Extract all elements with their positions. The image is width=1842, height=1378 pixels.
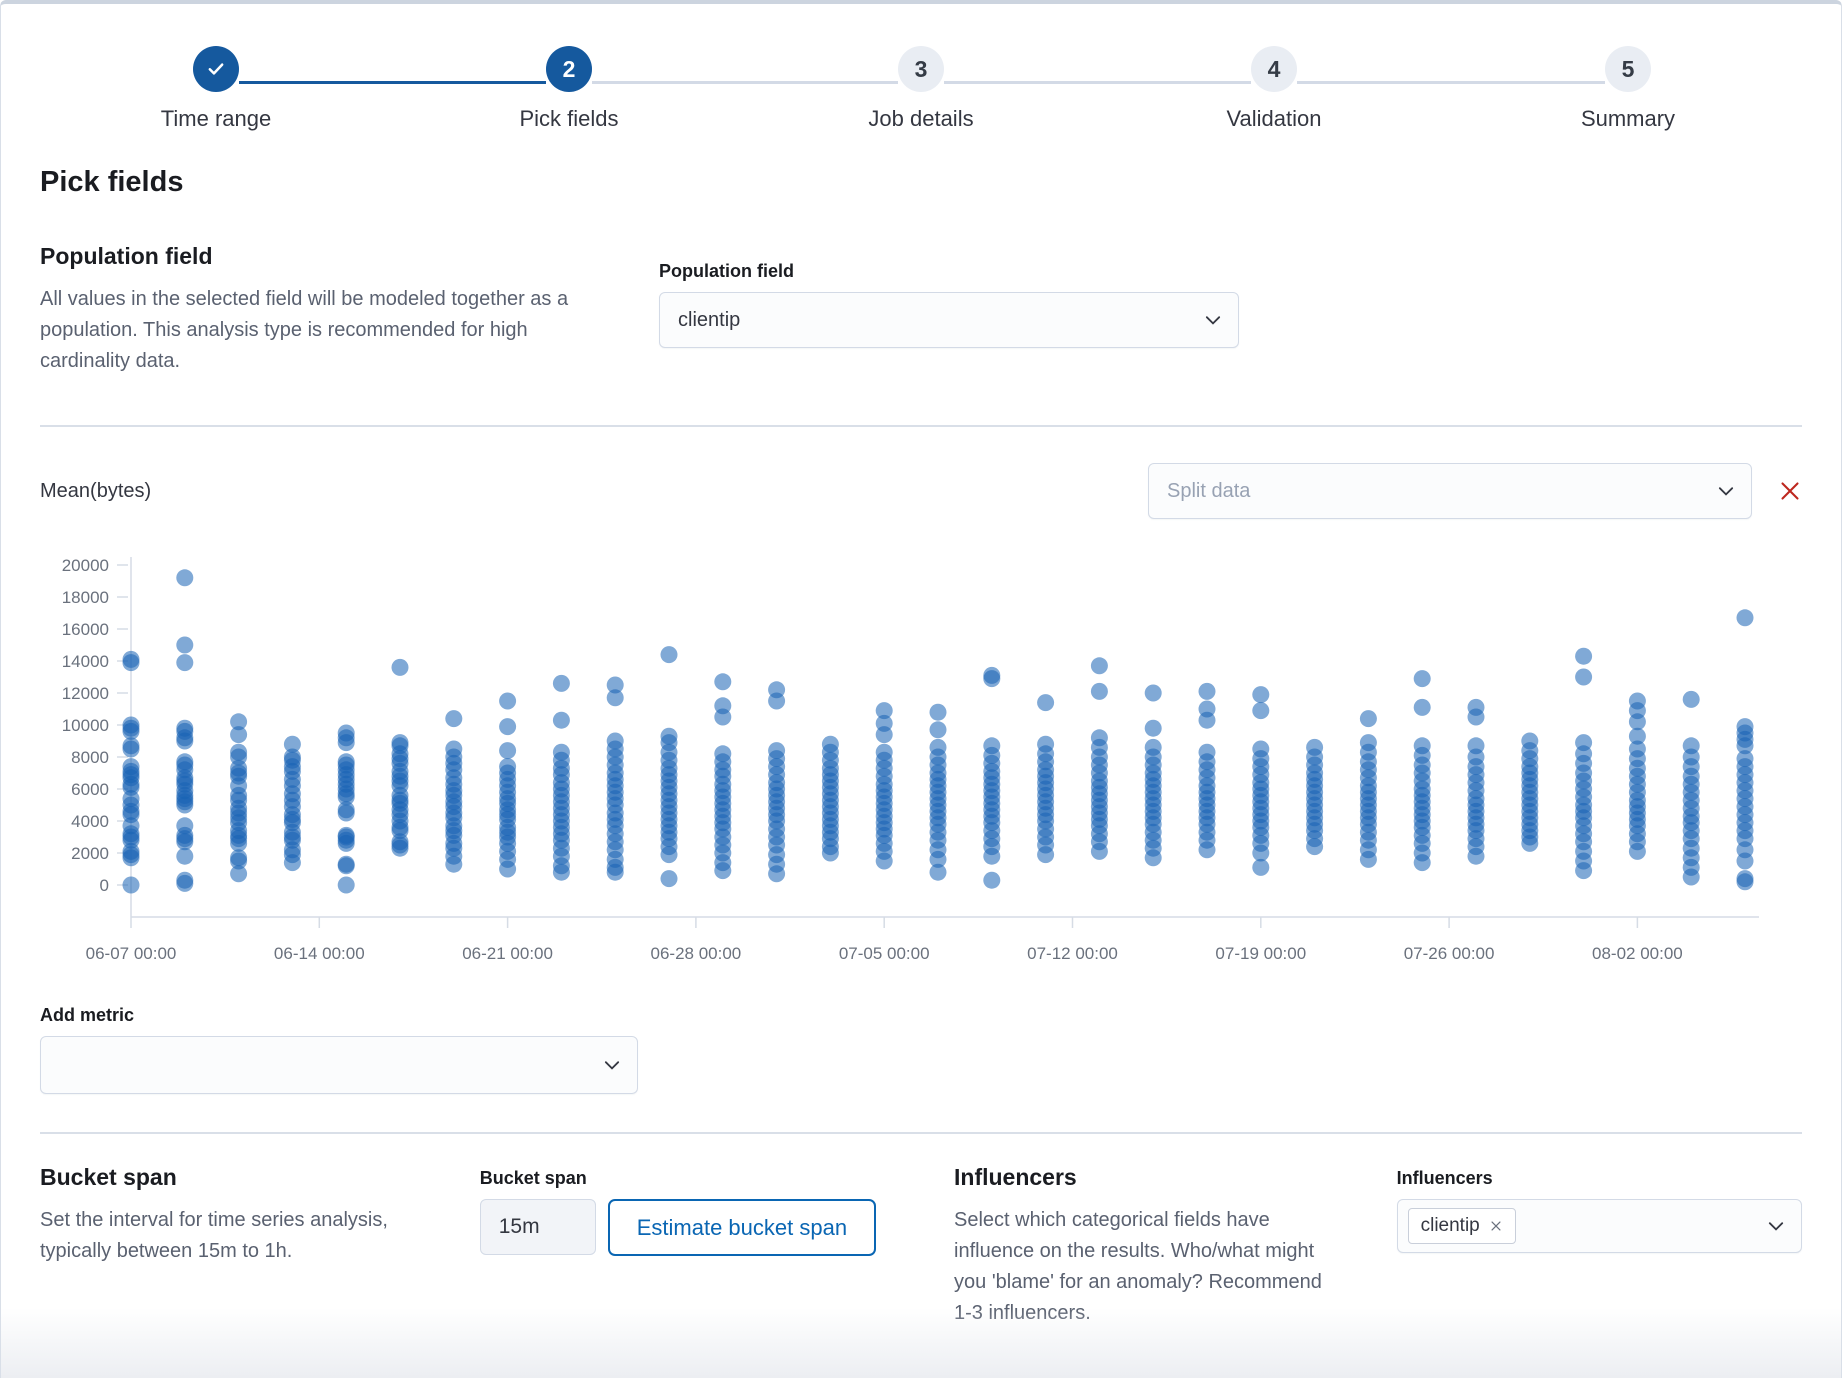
split-data-placeholder: Split data bbox=[1167, 480, 1250, 503]
split-data-select[interactable]: Split data bbox=[1148, 463, 1752, 519]
step-summary[interactable]: 5 Summary bbox=[1508, 46, 1748, 132]
influencers-heading: Influencers bbox=[954, 1164, 1339, 1191]
step-todo-circle[interactable]: 3 bbox=[898, 46, 944, 92]
svg-text:8000: 8000 bbox=[71, 748, 109, 767]
influencer-tag-text: clientip bbox=[1421, 1215, 1480, 1237]
influencers-combobox[interactable]: clientip bbox=[1397, 1199, 1802, 1253]
svg-text:18000: 18000 bbox=[62, 588, 109, 607]
estimate-bucket-span-button[interactable]: Estimate bucket span bbox=[608, 1199, 876, 1256]
svg-text:07-12 00:00: 07-12 00:00 bbox=[1027, 944, 1118, 963]
cross-icon bbox=[1778, 479, 1802, 503]
chevron-down-icon bbox=[603, 1056, 621, 1074]
svg-text:6000: 6000 bbox=[71, 780, 109, 799]
step-todo-circle[interactable]: 5 bbox=[1605, 46, 1651, 92]
svg-text:07-26 00:00: 07-26 00:00 bbox=[1404, 944, 1495, 963]
svg-text:20000: 20000 bbox=[62, 556, 109, 575]
population-field-section: Population field All values in the selec… bbox=[40, 243, 1802, 377]
svg-text:07-19 00:00: 07-19 00:00 bbox=[1215, 944, 1306, 963]
bucket-span-input[interactable] bbox=[480, 1199, 596, 1255]
population-field-select[interactable]: clientip bbox=[659, 292, 1239, 348]
bucket-span-heading: Bucket span bbox=[40, 1164, 409, 1191]
svg-text:12000: 12000 bbox=[62, 684, 109, 703]
step-time-range[interactable]: Time range bbox=[96, 46, 336, 132]
remove-tag-icon[interactable] bbox=[1489, 1219, 1503, 1233]
svg-text:06-21 00:00: 06-21 00:00 bbox=[462, 944, 553, 963]
bucket-span-description: Set the interval for time series analysi… bbox=[40, 1205, 409, 1267]
svg-text:2000: 2000 bbox=[71, 844, 109, 863]
svg-text:14000: 14000 bbox=[62, 652, 109, 671]
add-metric-label: Add metric bbox=[40, 1005, 1802, 1026]
population-field-label: Population field bbox=[659, 261, 1239, 282]
influencers-description: Select which categorical fields have inf… bbox=[954, 1205, 1339, 1329]
remove-metric-button[interactable] bbox=[1778, 479, 1802, 503]
population-description: All values in the selected field will be… bbox=[40, 284, 612, 377]
svg-text:10000: 10000 bbox=[62, 716, 109, 735]
svg-text:06-07 00:00: 06-07 00:00 bbox=[86, 944, 177, 963]
metric-title: Mean(bytes) bbox=[40, 480, 151, 503]
metric-row: Mean(bytes) Split data bbox=[40, 463, 1802, 519]
svg-text:08-02 00:00: 08-02 00:00 bbox=[1592, 944, 1683, 963]
section-divider bbox=[40, 425, 1802, 427]
step-complete-circle[interactable] bbox=[193, 46, 239, 92]
step-label: Validation bbox=[1154, 106, 1394, 132]
influencer-tag: clientip bbox=[1408, 1208, 1516, 1244]
bottom-settings-row: Bucket span Set the interval for time se… bbox=[40, 1164, 1802, 1329]
step-label: Job details bbox=[801, 106, 1041, 132]
chevron-down-icon bbox=[1204, 311, 1222, 329]
step-label: Pick fields bbox=[449, 106, 689, 132]
step-validation[interactable]: 4 Validation bbox=[1154, 46, 1394, 132]
svg-text:06-28 00:00: 06-28 00:00 bbox=[651, 944, 742, 963]
svg-text:16000: 16000 bbox=[62, 620, 109, 639]
chevron-down-icon bbox=[1717, 482, 1735, 500]
wizard-stepper: Time range 2 Pick fields 3 Job details 4… bbox=[1, 4, 1841, 152]
bucket-span-label: Bucket span bbox=[480, 1168, 896, 1189]
step-job-details[interactable]: 3 Job details bbox=[801, 46, 1041, 132]
step-todo-circle[interactable]: 4 bbox=[1251, 46, 1297, 92]
chevron-down-icon bbox=[1767, 1217, 1785, 1235]
population-heading: Population field bbox=[40, 243, 612, 270]
svg-text:07-05 00:00: 07-05 00:00 bbox=[839, 944, 930, 963]
step-pick-fields[interactable]: 2 Pick fields bbox=[449, 46, 689, 132]
pick-fields-wizard-page: Time range 2 Pick fields 3 Job details 4… bbox=[0, 0, 1842, 1378]
population-scatter-chart: 0 2000 4000 6000 8000 10000 12000 14000 16000 180… bbox=[40, 545, 1802, 977]
influencers-label: Influencers bbox=[1397, 1168, 1802, 1189]
add-metric-select[interactable] bbox=[40, 1036, 638, 1094]
population-field-value: clientip bbox=[678, 309, 740, 332]
step-label: Time range bbox=[96, 106, 336, 132]
svg-text:0: 0 bbox=[100, 876, 109, 895]
svg-text:06-14 00:00: 06-14 00:00 bbox=[274, 944, 365, 963]
svg-text:4000: 4000 bbox=[71, 812, 109, 831]
page-title: Pick fields bbox=[40, 166, 1802, 199]
check-icon bbox=[205, 58, 227, 80]
section-divider bbox=[40, 1132, 1802, 1134]
step-label: Summary bbox=[1508, 106, 1748, 132]
step-current-circle[interactable]: 2 bbox=[546, 46, 592, 92]
scatter-chart-svg: 0 2000 4000 6000 8000 10000 12000 14000 16000 180… bbox=[40, 545, 1804, 977]
